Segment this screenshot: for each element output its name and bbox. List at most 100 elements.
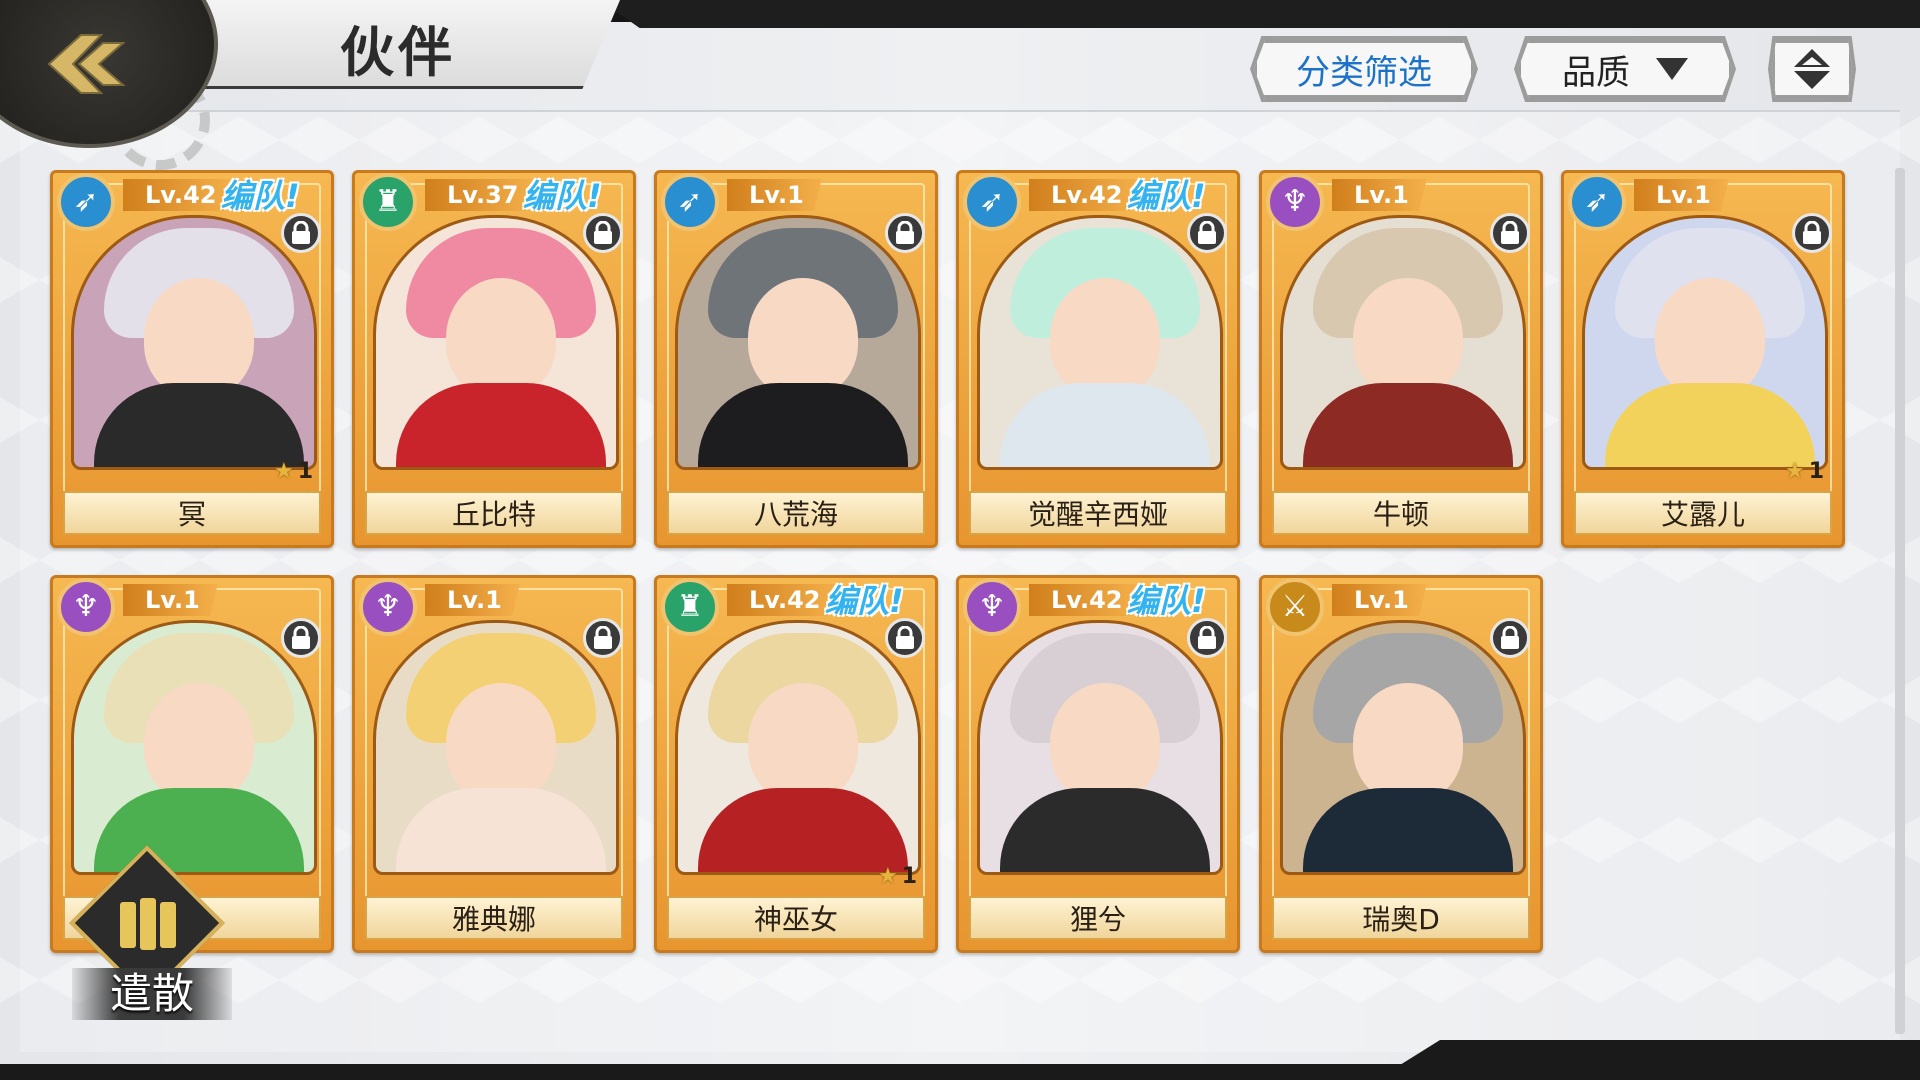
level-tag: Lv.42 — [1029, 584, 1141, 616]
portrait-outfit — [698, 383, 908, 467]
padlock-icon — [292, 626, 310, 649]
portrait-face — [748, 278, 858, 398]
partner-name-plate: 冥 — [63, 491, 321, 535]
padlock-icon — [1198, 221, 1216, 244]
partner-portrait — [977, 215, 1223, 470]
quality-label: 品质 — [1562, 52, 1630, 93]
page-title: 伙伴 — [340, 20, 456, 84]
team-badge: 编队! — [1127, 177, 1206, 215]
team-badge: 编队! — [825, 582, 904, 620]
portrait-face — [1353, 278, 1463, 398]
partner-card[interactable]: Lv.1 ➶ ★ 1 艾露儿 — [1561, 170, 1845, 548]
partner-card[interactable]: Lv.42 编队! ➶ 觉醒辛西娅 — [956, 170, 1240, 548]
lock-icon[interactable] — [583, 213, 623, 253]
archer-class-icon: ➶ — [1568, 173, 1626, 231]
category-filter-button[interactable]: 分类筛选 — [1254, 40, 1474, 98]
partner-card[interactable]: Lv.1 ♆ 雅典娜 — [352, 575, 636, 953]
dismiss-button[interactable]: 遣散 — [62, 845, 242, 1038]
partner-name: 丘比特 — [451, 498, 536, 531]
team-badge: 编队! — [523, 177, 602, 215]
lock-icon[interactable] — [281, 618, 321, 658]
lock-icon[interactable] — [583, 618, 623, 658]
portrait-outfit — [94, 383, 304, 467]
partner-name-plate: 神巫女 — [667, 896, 925, 940]
quality-sort-dropdown[interactable]: 品质 — [1518, 40, 1732, 98]
partner-name: 雅典娜 — [451, 903, 536, 936]
back-button[interactable] — [42, 24, 132, 104]
partner-name: 八荒海 — [753, 498, 838, 531]
padlock-icon — [1803, 221, 1821, 244]
partner-name-plate: 艾露儿 — [1574, 491, 1832, 535]
level-tag: Lv.1 — [727, 179, 822, 211]
partner-name-plate: 狸兮 — [969, 896, 1227, 940]
portrait-face — [1353, 683, 1463, 803]
portrait-outfit — [1605, 383, 1815, 467]
padlock-icon — [896, 626, 914, 649]
partner-name-plate: 丘比特 — [365, 491, 623, 535]
partner-card[interactable]: Lv.1 ➶ 八荒海 — [654, 170, 938, 548]
partner-name-plate: 瑞奥D — [1272, 896, 1530, 940]
support-class-icon: ♜ — [661, 578, 719, 636]
portrait-face — [446, 683, 556, 803]
sort-toggle-icon — [1794, 49, 1830, 89]
support-class-icon: ♜ — [359, 173, 417, 231]
portrait-face — [748, 683, 858, 803]
sort-order-button[interactable] — [1772, 40, 1852, 98]
lock-icon[interactable] — [1490, 213, 1530, 253]
star-count: 1 — [297, 459, 313, 484]
partner-portrait — [373, 215, 619, 470]
padlock-icon — [594, 221, 612, 244]
lock-icon[interactable] — [1187, 618, 1227, 658]
star-icon: ★ — [1784, 459, 1805, 484]
team-badge: 编队! — [1127, 582, 1206, 620]
level-tag: Lv.42 — [727, 584, 839, 616]
portrait-face — [144, 278, 254, 398]
portrait-outfit — [396, 383, 606, 467]
lock-icon[interactable] — [1187, 213, 1227, 253]
portrait-outfit — [396, 788, 606, 872]
padlock-icon — [1501, 626, 1519, 649]
partner-portrait — [1582, 215, 1828, 470]
lock-icon[interactable] — [885, 213, 925, 253]
star-count: 1 — [1808, 459, 1824, 484]
padlock-icon — [896, 221, 914, 244]
mage-class-icon: ♆ — [359, 578, 417, 636]
archer-class-icon: ➶ — [661, 173, 719, 231]
level-tag: Lv.1 — [1634, 179, 1729, 211]
level-tag: Lv.42 — [123, 179, 235, 211]
partner-card[interactable]: Lv.42 编队! ➶ ★ 1 冥 — [50, 170, 334, 548]
partner-name: 觉醒辛西娅 — [1027, 498, 1168, 531]
partner-portrait — [1280, 620, 1526, 875]
partner-card[interactable]: Lv.37 编队! ♜ 丘比特 — [352, 170, 636, 548]
portrait-outfit — [1000, 383, 1210, 467]
lock-icon[interactable] — [1490, 618, 1530, 658]
portrait-face — [446, 278, 556, 398]
mage-class-icon: ♆ — [1266, 173, 1324, 231]
level-tag: Lv.42 — [1029, 179, 1141, 211]
header-band — [600, 0, 1920, 28]
lock-icon[interactable] — [281, 213, 321, 253]
portrait-outfit — [1000, 788, 1210, 872]
level-tag: Lv.1 — [1332, 179, 1427, 211]
dropdown-triangle-icon — [1656, 58, 1688, 80]
partner-name-plate: 牛顿 — [1272, 491, 1530, 535]
partner-card[interactable]: Lv.42 编队! ♆ 狸兮 — [956, 575, 1240, 953]
dismiss-label: 遣散 — [72, 968, 232, 1020]
scrollbar[interactable] — [1895, 168, 1905, 1034]
partner-name-plate: 觉醒辛西娅 — [969, 491, 1227, 535]
padlock-icon — [1501, 221, 1519, 244]
star-rank: ★ 1 — [878, 864, 917, 889]
level-tag: Lv.1 — [1332, 584, 1427, 616]
warrior-class-icon: ⚔ — [1266, 578, 1324, 636]
portrait-outfit — [1303, 383, 1513, 467]
partner-portrait — [1280, 215, 1526, 470]
lock-icon[interactable] — [885, 618, 925, 658]
portrait-face — [1050, 278, 1160, 398]
lock-icon[interactable] — [1792, 213, 1832, 253]
partner-portrait — [71, 620, 317, 875]
partner-card[interactable]: Lv.1 ⚔ 瑞奥D — [1259, 575, 1543, 953]
partner-name: 冥 — [177, 498, 206, 531]
level-tag: Lv.1 — [425, 584, 520, 616]
partner-card[interactable]: Lv.1 ♆ 牛顿 — [1259, 170, 1543, 548]
partner-card[interactable]: Lv.42 编队! ♜ ★ 1 神巫女 — [654, 575, 938, 953]
